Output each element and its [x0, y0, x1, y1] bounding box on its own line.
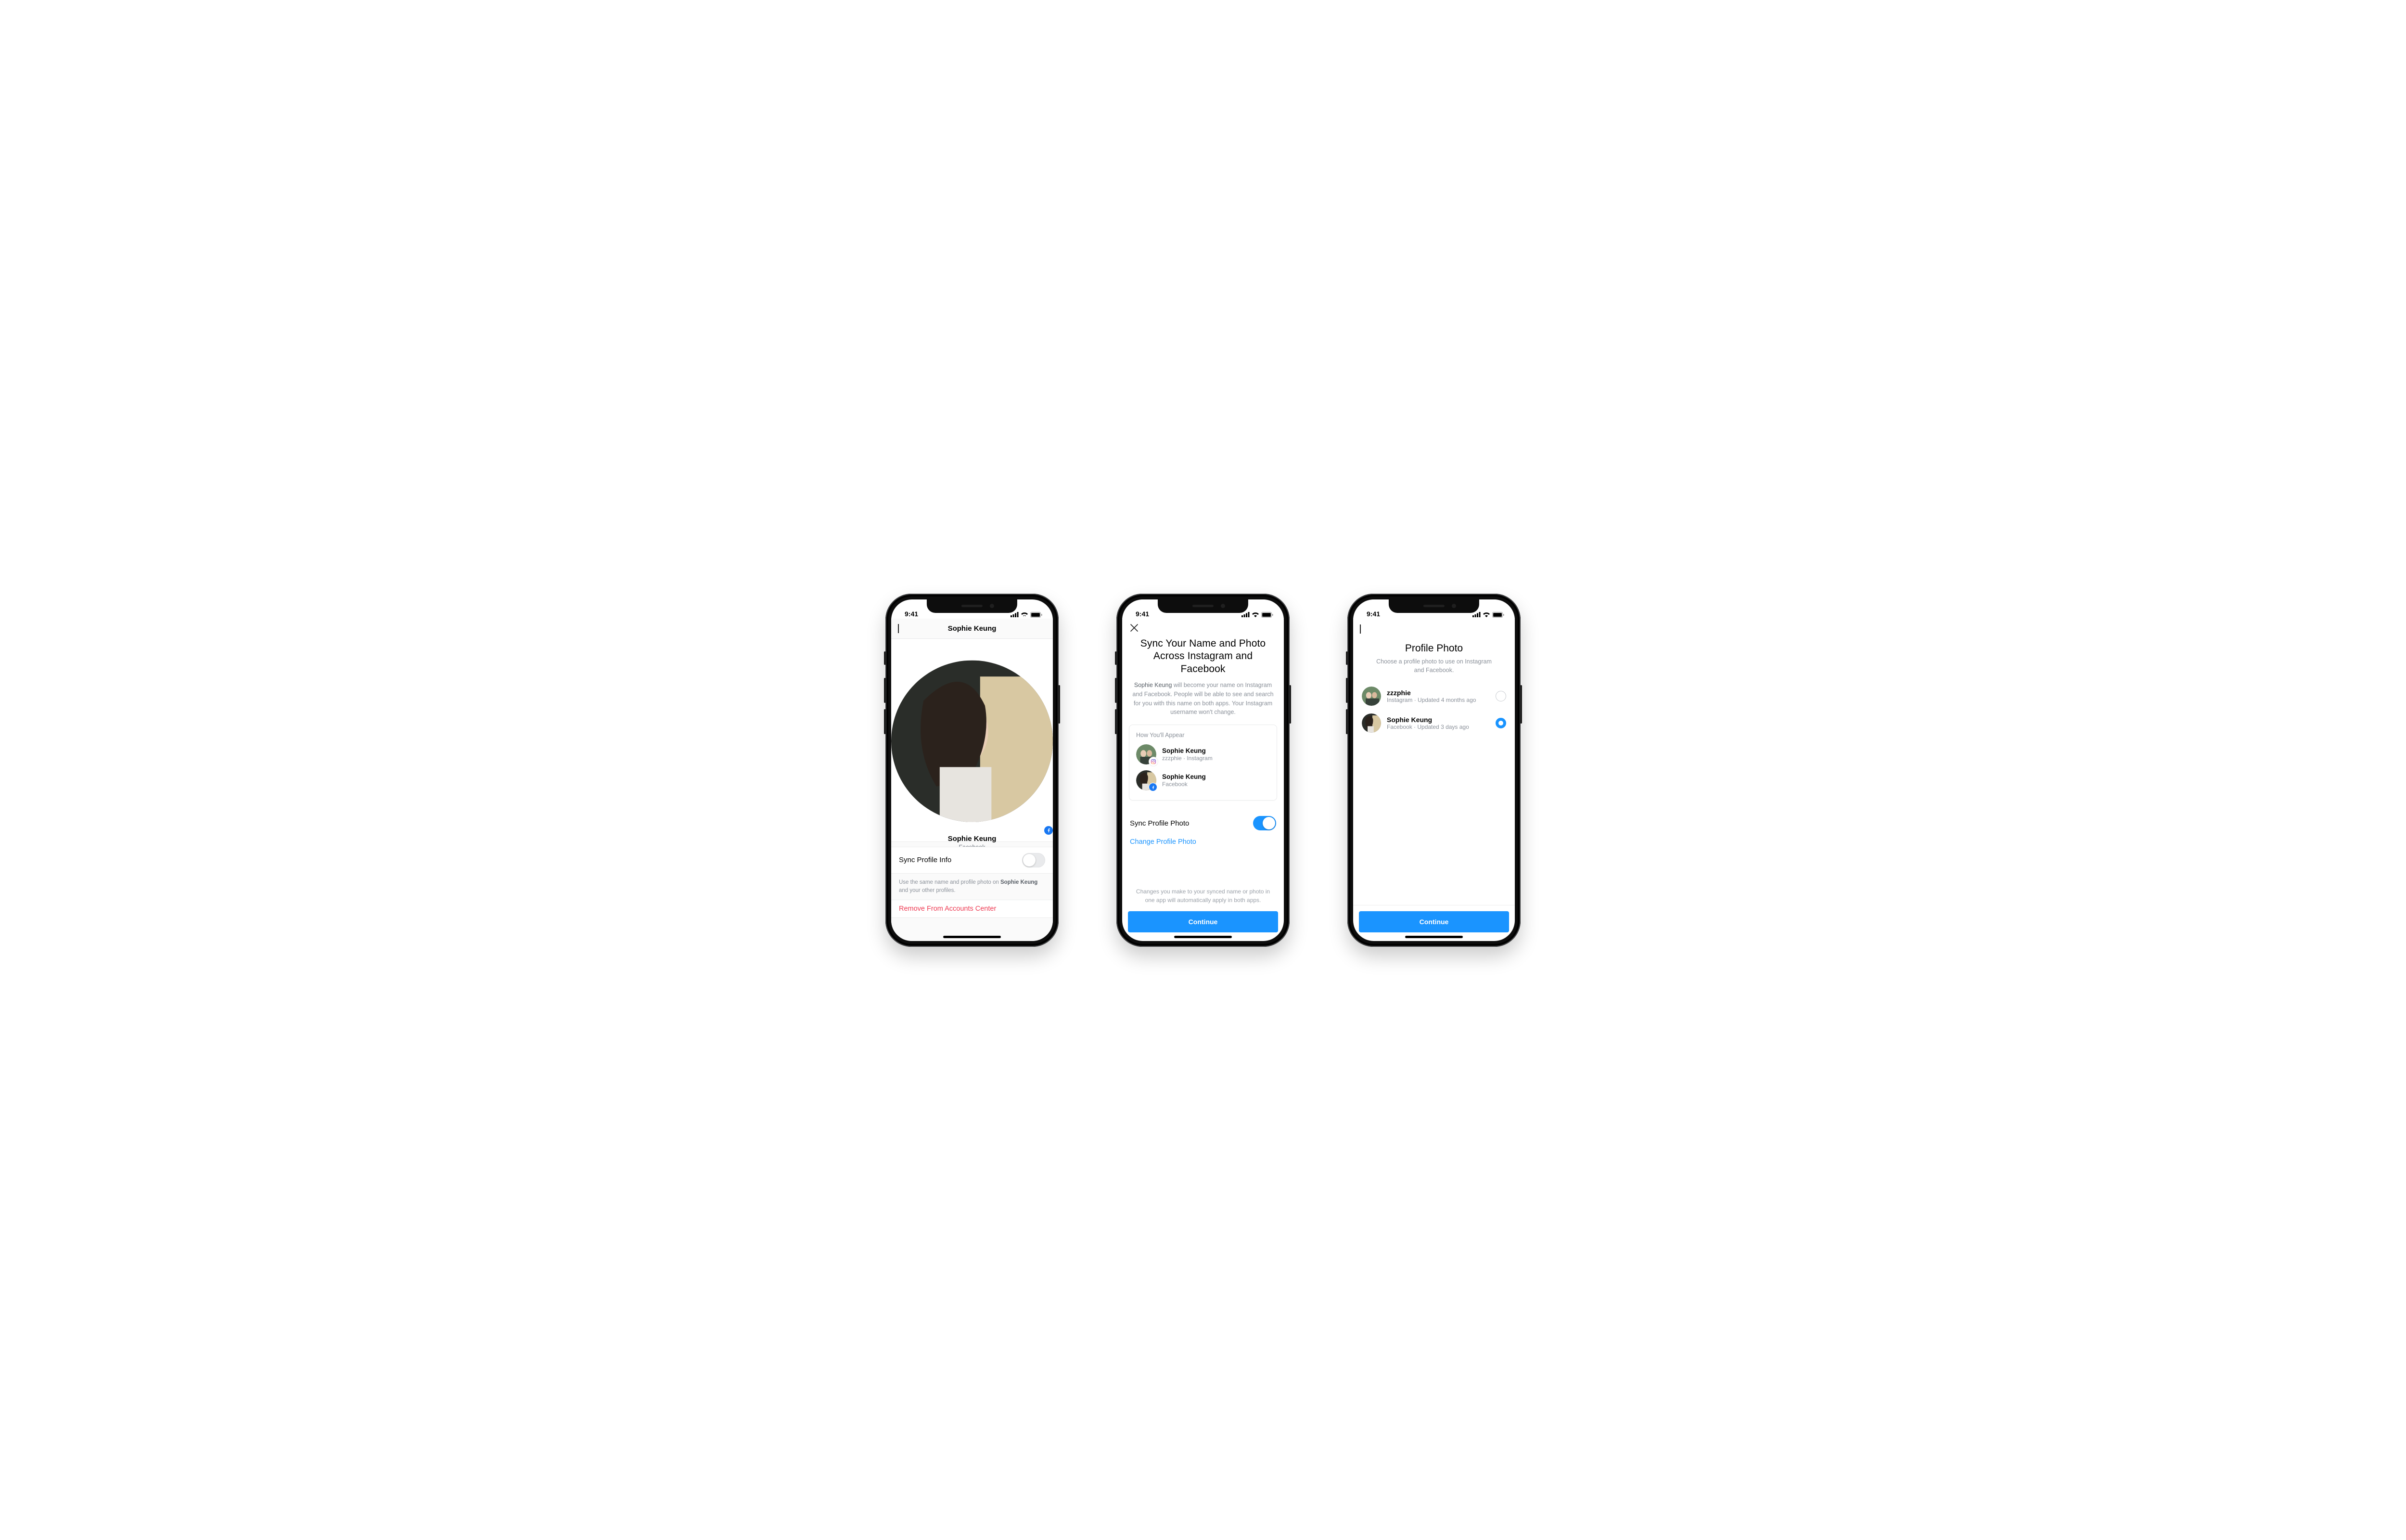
- cellular-icon: [1472, 612, 1481, 617]
- close-button[interactable]: [1130, 626, 1139, 634]
- sync-profile-info-label: Sync Profile Info: [899, 856, 951, 864]
- appear-name: Sophie Keung: [1162, 747, 1213, 755]
- sync-note: Changes you make to your synced name or …: [1122, 876, 1284, 911]
- status-icons: [1011, 612, 1042, 618]
- nav-header: [1353, 619, 1515, 639]
- wifi-icon: [1483, 612, 1490, 617]
- home-indicator[interactable]: [1174, 936, 1232, 938]
- back-button[interactable]: [898, 624, 899, 633]
- cellular-icon: [1011, 612, 1019, 617]
- radio-unchecked-icon: [1496, 691, 1506, 701]
- home-indicator[interactable]: [943, 936, 1001, 938]
- instagram-badge-icon: [1149, 757, 1158, 766]
- page-title: Sync Your Name and Photo Across Instagra…: [1122, 636, 1284, 681]
- change-profile-photo-link[interactable]: Change Profile Photo: [1122, 833, 1284, 851]
- close-icon: [1130, 624, 1139, 632]
- appear-row-instagram: Sophie Keung zzzphie · Instagram: [1136, 744, 1270, 764]
- avatar: [1362, 713, 1381, 733]
- appear-sub: Facebook: [1162, 781, 1206, 788]
- avatar-image: [891, 648, 1053, 835]
- appear-name: Sophie Keung: [1162, 773, 1206, 781]
- chevron-left-icon: [898, 624, 899, 633]
- sync-profile-info-toggle[interactable]: [1022, 853, 1045, 867]
- status-icons: [1472, 612, 1504, 618]
- device-notch: [1158, 599, 1248, 613]
- status-time: 9:41: [1136, 610, 1149, 618]
- wifi-icon: [1021, 612, 1028, 617]
- avatar: [1136, 770, 1156, 790]
- appear-label: How You'll Appear: [1136, 732, 1270, 738]
- avatar: [1136, 744, 1156, 764]
- facebook-badge-icon: [1149, 783, 1157, 791]
- appear-card: How You'll Appear Sophie Keung zzzphie ·…: [1129, 725, 1277, 801]
- sync-profile-photo-row: Sync Profile Photo: [1122, 813, 1284, 833]
- battery-icon: [1261, 612, 1273, 618]
- page-description: Choose a profile photo to use on Instagr…: [1353, 657, 1515, 683]
- page-title: Profile Photo: [1353, 639, 1515, 657]
- nav-header: Sophie Keung: [891, 619, 1053, 639]
- device-notch: [927, 599, 1017, 613]
- status-time: 9:41: [905, 610, 918, 618]
- chevron-left-icon: [1360, 624, 1361, 634]
- avatar: [1362, 687, 1381, 706]
- device-notch: [1389, 599, 1479, 613]
- cellular-icon: [1241, 612, 1250, 617]
- phone-frame-2: 9:41 Sync Your Name and Photo Across Ins…: [1116, 594, 1290, 947]
- appear-sub: zzzphie · Instagram: [1162, 755, 1213, 762]
- photo-option-facebook[interactable]: Sophie Keung Facebook · Updated 3 days a…: [1353, 710, 1515, 737]
- home-indicator[interactable]: [1405, 936, 1463, 938]
- status-icons: [1241, 612, 1273, 618]
- option-name: zzzphie: [1387, 689, 1490, 697]
- battery-icon: [1030, 612, 1042, 618]
- sync-profile-photo-label: Sync Profile Photo: [1130, 819, 1189, 827]
- sync-hint: Use the same name and profile photo on S…: [891, 874, 1053, 897]
- option-name: Sophie Keung: [1387, 716, 1490, 724]
- profile-card: Sophie Keung Facebook Added on Jan 10, 2…: [891, 639, 1053, 842]
- continue-button[interactable]: Continue: [1128, 911, 1278, 932]
- phone-frame-3: 9:41 Profile Photo Choose a profile phot…: [1347, 594, 1521, 947]
- remove-from-accounts-center-button[interactable]: Remove From Accounts Center: [891, 900, 1053, 918]
- option-sub: Facebook · Updated 3 days ago: [1387, 724, 1490, 730]
- option-sub: Instagram · Updated 4 months ago: [1387, 697, 1490, 703]
- page-description: Sophie Keung will become your name on In…: [1122, 681, 1284, 725]
- radio-checked-icon: [1496, 718, 1506, 728]
- back-button[interactable]: [1360, 624, 1361, 633]
- continue-button[interactable]: Continue: [1359, 911, 1509, 932]
- status-time: 9:41: [1367, 610, 1380, 618]
- facebook-badge-icon: [1043, 825, 1053, 836]
- photo-option-instagram[interactable]: zzzphie Instagram · Updated 4 months ago: [1353, 683, 1515, 710]
- phone-frame-1: 9:41 Sophie Keung: [885, 594, 1059, 947]
- battery-icon: [1492, 612, 1504, 618]
- appear-row-facebook: Sophie Keung Facebook: [1136, 770, 1270, 790]
- sync-profile-photo-toggle[interactable]: [1253, 816, 1276, 830]
- avatar: [891, 648, 1053, 835]
- wifi-icon: [1252, 612, 1259, 617]
- sync-profile-info-row: Sync Profile Info: [891, 847, 1053, 874]
- header-title: Sophie Keung: [948, 624, 997, 633]
